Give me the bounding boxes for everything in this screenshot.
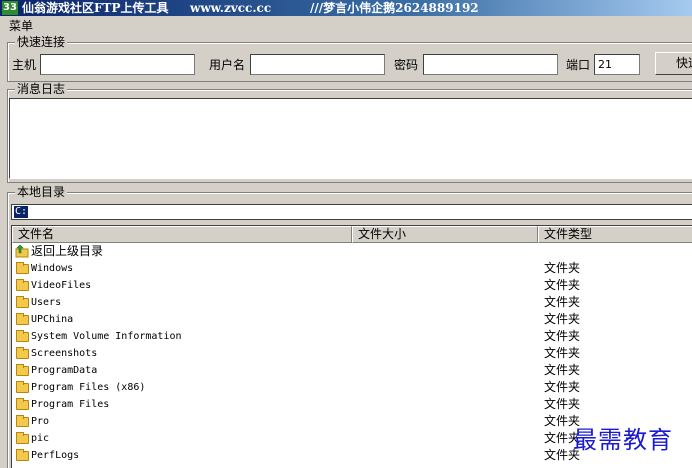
quick-connect-title: 快速连接 bbox=[15, 35, 68, 49]
file-row[interactable]: Program Files 文件夹 bbox=[12, 396, 692, 413]
file-list-header: 文件名 文件大小 文件类型 bbox=[12, 226, 692, 243]
password-input[interactable] bbox=[423, 54, 558, 75]
title-site: www.zvcc.cc bbox=[190, 1, 272, 15]
file-row[interactable]: System Volume Information 文件夹 bbox=[12, 328, 692, 345]
file-name: Users bbox=[31, 297, 62, 308]
column-header-type[interactable]: 文件类型 bbox=[538, 226, 692, 243]
file-type: 文件夹 bbox=[544, 278, 581, 292]
app-icon: 33 bbox=[2, 1, 18, 15]
column-header-size[interactable]: 文件大小 bbox=[352, 226, 538, 243]
file-type: 文件夹 bbox=[544, 346, 581, 360]
port-input[interactable] bbox=[594, 54, 640, 75]
title-bar: 33 仙翁游戏社区FTP上传工具 www.zvcc.cc ///梦言小伟企鹅26… bbox=[0, 0, 692, 16]
up-directory-row[interactable]: 返回上级目录 bbox=[12, 243, 692, 260]
folder-up-icon bbox=[15, 245, 29, 258]
file-type: 文件夹 bbox=[544, 295, 581, 309]
file-row[interactable]: UPChina 文件夹 bbox=[12, 311, 692, 328]
folder-icon bbox=[16, 398, 29, 410]
file-type: 文件夹 bbox=[544, 397, 581, 411]
file-name: VideoFiles bbox=[31, 280, 92, 291]
file-type: 文件夹 bbox=[544, 363, 581, 377]
column-header-name[interactable]: 文件名 bbox=[12, 226, 352, 243]
file-type: 文件夹 bbox=[544, 380, 581, 394]
port-label: 端口 bbox=[566, 58, 591, 72]
local-directory-title: 本地目录 bbox=[15, 185, 68, 199]
file-name: UPChina bbox=[31, 314, 74, 325]
menu-item-menu[interactable]: 菜单 bbox=[9, 17, 33, 34]
file-row[interactable]: Screenshots 文件夹 bbox=[12, 345, 692, 362]
menu-bar: 菜单 bbox=[0, 16, 692, 34]
file-row[interactable]: Program Files (x86) 文件夹 bbox=[12, 379, 692, 396]
path-input[interactable]: C: bbox=[11, 204, 692, 220]
title-author: ///梦言小伟企鹅2624889192 bbox=[310, 1, 479, 15]
up-directory-label: 返回上级目录 bbox=[31, 244, 104, 258]
message-log-title: 消息日志 bbox=[15, 82, 68, 96]
file-row[interactable]: ProgramData 文件夹 bbox=[12, 362, 692, 379]
folder-icon bbox=[16, 262, 29, 274]
file-name: pic bbox=[31, 433, 50, 444]
message-log[interactable] bbox=[9, 98, 692, 179]
file-name: PerfLogs bbox=[31, 450, 80, 461]
file-type: 文件夹 bbox=[544, 312, 581, 326]
folder-icon bbox=[16, 449, 29, 461]
file-type: 文件夹 bbox=[544, 329, 581, 343]
host-input[interactable] bbox=[40, 54, 195, 75]
folder-icon bbox=[16, 364, 29, 376]
folder-icon bbox=[16, 415, 29, 427]
folder-icon bbox=[16, 296, 29, 308]
file-name: Screenshots bbox=[31, 348, 98, 359]
password-label: 密码 bbox=[394, 58, 419, 72]
folder-icon bbox=[16, 432, 29, 444]
file-name: System Volume Information bbox=[31, 331, 182, 342]
watermark-text: 最需教育 bbox=[573, 426, 673, 454]
folder-icon bbox=[16, 330, 29, 342]
quick-connect-button[interactable]: 快速连接 bbox=[655, 52, 692, 75]
path-value: C: bbox=[14, 206, 29, 218]
file-name: ProgramData bbox=[31, 365, 98, 376]
host-label: 主机 bbox=[12, 58, 37, 72]
file-type: 文件夹 bbox=[544, 261, 581, 275]
file-row[interactable]: VideoFiles 文件夹 bbox=[12, 277, 692, 294]
file-name: Pro bbox=[31, 416, 50, 427]
file-name: Windows bbox=[31, 263, 74, 274]
username-label: 用户名 bbox=[209, 58, 246, 72]
file-name: Program Files bbox=[31, 399, 110, 410]
window-title: 仙翁游戏社区FTP上传工具 bbox=[22, 1, 169, 15]
file-row[interactable]: Users 文件夹 bbox=[12, 294, 692, 311]
file-row[interactable]: Windows 文件夹 bbox=[12, 260, 692, 277]
folder-icon bbox=[16, 381, 29, 393]
folder-icon bbox=[16, 347, 29, 359]
folder-icon bbox=[16, 313, 29, 325]
username-input[interactable] bbox=[250, 54, 385, 75]
file-name: Program Files (x86) bbox=[31, 382, 146, 393]
folder-icon bbox=[16, 279, 29, 291]
